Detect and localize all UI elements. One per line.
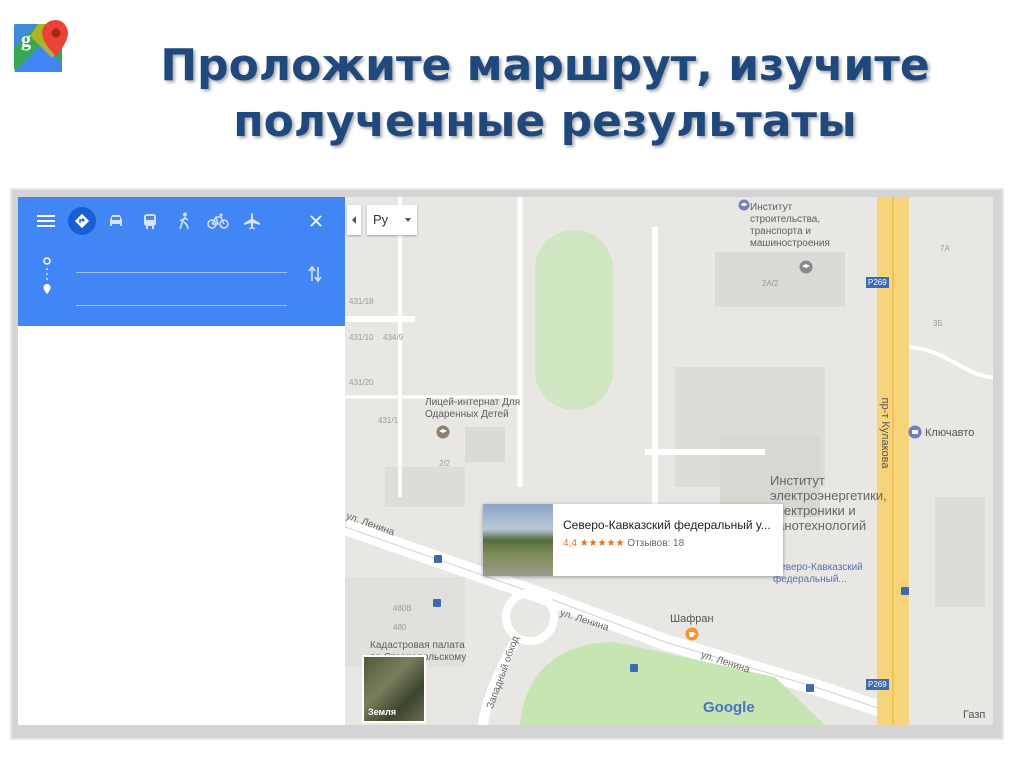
rating-stars-icon: ★★★★★ — [579, 538, 625, 549]
poi-line: Институт — [770, 473, 825, 488]
house-number: 434/9 — [383, 333, 404, 342]
language-select[interactable]: Ру — [367, 205, 417, 235]
title-line-1: Проложите маршрут, изучите — [160, 40, 930, 91]
slide-title: Проложите маршрут, изучите полученные ре… — [80, 38, 1010, 150]
house-number: 7А — [940, 244, 950, 253]
map-canvas[interactable]: Ру Институт строительства, транспорта и … — [345, 197, 993, 725]
walk-icon[interactable] — [170, 207, 198, 235]
house-number: 2/2 — [439, 459, 451, 468]
bus-stop-icon[interactable] — [630, 664, 638, 672]
house-number: 431/20 — [349, 378, 374, 387]
poi-line: Институт — [750, 202, 793, 213]
poi-kluchavto-icon — [908, 425, 922, 444]
place-photo — [483, 504, 553, 576]
house-number: 480 — [393, 623, 407, 632]
poi-line: строительства, — [750, 214, 821, 225]
transit-icon[interactable] — [136, 207, 164, 235]
place-rating: 4,4 — [563, 538, 577, 549]
bus-stop-icon[interactable] — [434, 555, 442, 563]
close-icon[interactable] — [302, 207, 330, 235]
road-badge: P269 — [866, 277, 889, 288]
svg-text:g: g — [21, 29, 31, 51]
poi-line: нанотехнологий — [770, 518, 867, 533]
directions-panel — [18, 197, 345, 725]
maps-screenshot: Ру Институт строительства, транспорта и … — [18, 197, 993, 725]
poi-line: транспорта и — [750, 226, 811, 237]
earth-layer-toggle[interactable]: Земля — [362, 655, 426, 723]
house-number: 431/1 — [378, 416, 399, 425]
road-badge: P269 — [866, 679, 889, 690]
cafe-icon — [685, 627, 699, 646]
origin-input-underline — [76, 272, 287, 273]
bus-stop-icon[interactable] — [806, 684, 814, 692]
collapse-panel-button[interactable] — [347, 205, 361, 235]
university-icon — [799, 260, 813, 279]
chevron-down-icon — [405, 218, 411, 222]
poi-gazprom[interactable]: Газп — [963, 709, 985, 721]
google-maps-logo-icon: g — [12, 18, 70, 76]
university-pin-icon — [738, 199, 750, 211]
house-number: 480В — [393, 604, 412, 613]
poi-line: машиностроения — [750, 238, 830, 249]
house-number: 2А/2 — [762, 279, 779, 288]
place-rating-row: 4,4 ★★★★★ Отзывов: 18 — [563, 538, 684, 549]
poi-line: Лицей-интернат Для — [425, 397, 521, 408]
poi-institute-construction[interactable]: Институт строительства, транспорта и маш… — [738, 199, 830, 250]
poi-skfu-label[interactable]: Северо-Кавказский федеральный... — [773, 562, 863, 586]
place-card[interactable]: Северо-Кавказский федеральный у... 4,4 ★… — [483, 504, 783, 576]
swap-icon[interactable] — [308, 265, 322, 288]
bike-icon[interactable] — [204, 207, 232, 235]
google-watermark: Google — [703, 699, 755, 716]
bus-stop-icon[interactable] — [433, 599, 441, 607]
car-icon[interactable] — [102, 207, 130, 235]
destination-input[interactable] — [76, 288, 287, 304]
poi-line: Кадастровая палата — [370, 640, 465, 651]
origin-input[interactable] — [76, 255, 287, 271]
school-icon — [436, 425, 450, 444]
poi-kluchavto[interactable]: Ключавто — [925, 427, 974, 439]
flight-icon[interactable] — [238, 207, 266, 235]
street-kulakova: пр-т Кулакова — [879, 397, 891, 469]
poi-line: федеральный... — [773, 574, 847, 585]
house-number: 431/18 — [349, 297, 374, 306]
place-name: Северо-Кавказский федеральный у... — [563, 518, 771, 532]
poi-line: электроэнергетики, — [770, 488, 887, 503]
bus-stop-icon[interactable] — [901, 587, 909, 595]
language-select-value: Ру — [373, 212, 389, 227]
poi-lyceum[interactable]: Лицей-интернат Для Одаренных Детей — [425, 397, 520, 421]
poi-shafran[interactable]: Шафран — [670, 613, 714, 625]
house-number: 431/10 — [349, 333, 374, 342]
place-reviews: Отзывов: 18 — [627, 538, 685, 549]
destination-input-underline — [76, 305, 287, 306]
earth-label: Земля — [368, 707, 397, 717]
title-line-2: полученные результаты — [233, 96, 857, 147]
poi-line: Одаренных Детей — [425, 409, 509, 420]
directions-icon[interactable] — [68, 207, 96, 235]
poi-energy-institute[interactable]: Институт электроэнергетики, электроники … — [770, 473, 887, 533]
directions-header — [18, 197, 345, 326]
poi-line: электроники и — [770, 503, 856, 518]
origin-dot-icon — [42, 257, 52, 302]
menu-icon[interactable] — [32, 207, 60, 235]
poi-line: Северо-Кавказский — [773, 562, 863, 573]
house-number: 3Б — [933, 319, 943, 328]
